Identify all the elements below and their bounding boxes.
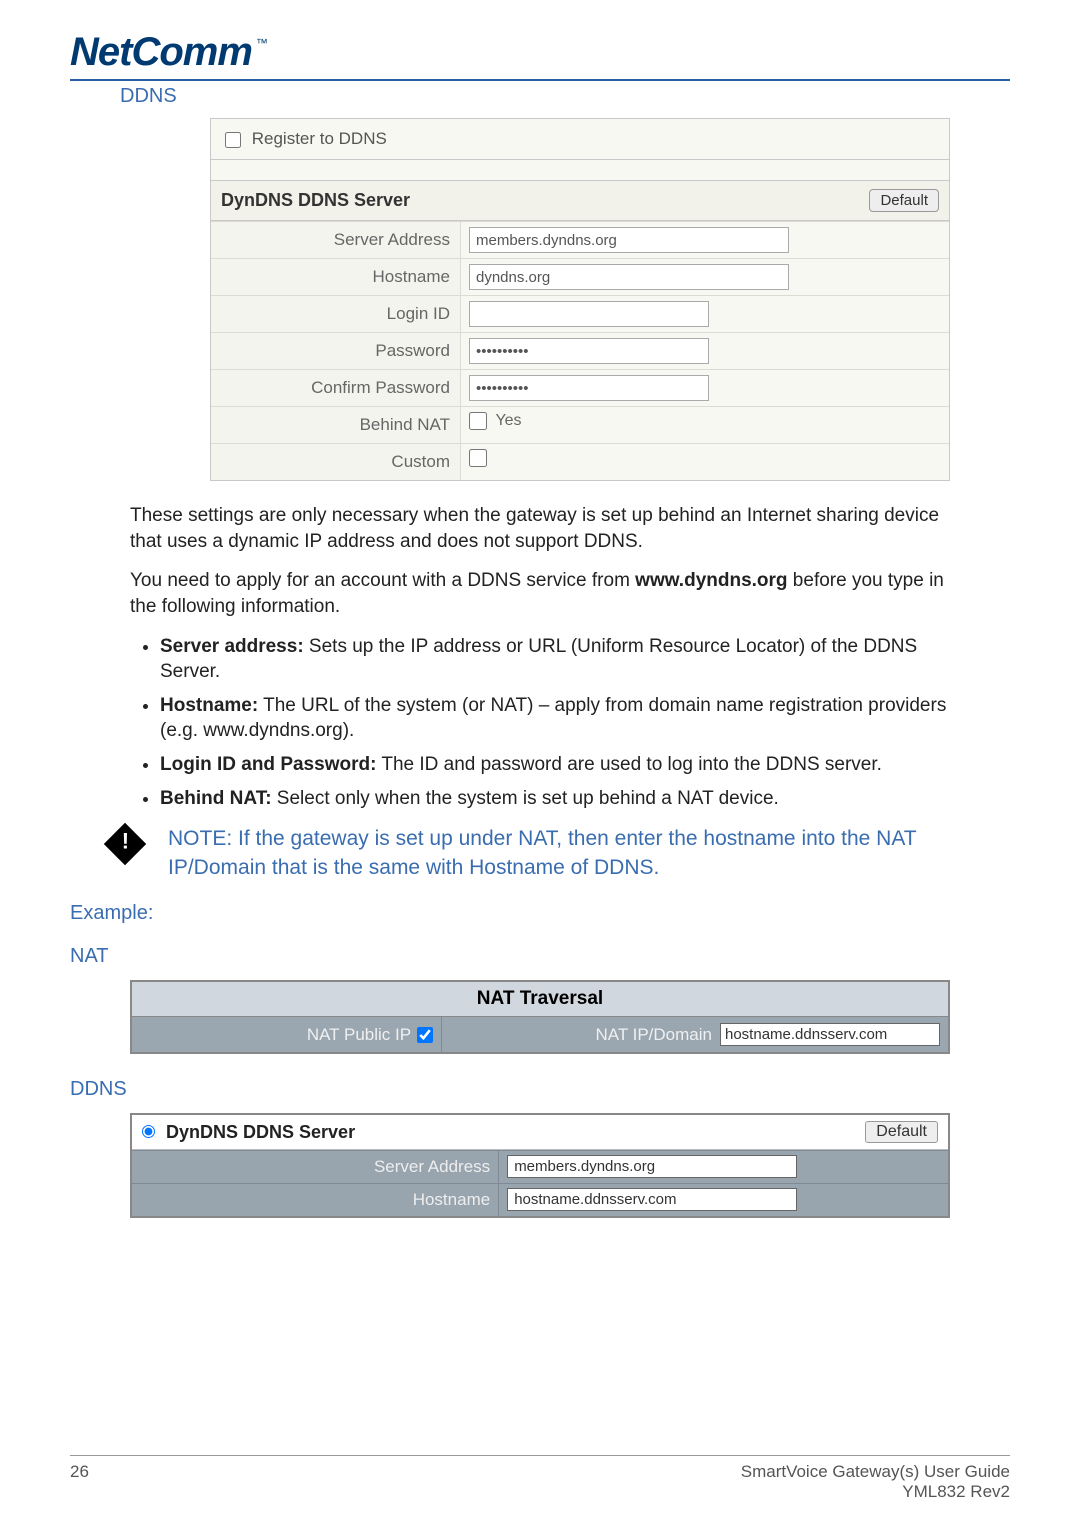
input-confirm-password[interactable]: [469, 375, 709, 401]
page-footer: 26 SmartVoice Gateway(s) User Guide YML8…: [70, 1455, 1010, 1502]
page-number: 26: [70, 1462, 89, 1502]
label-server-address: Server Address: [211, 222, 461, 258]
nat-ip-domain-cell: NAT IP/Domain: [442, 1017, 948, 1052]
bullet-list: Server address: Sets up the IP address o…: [160, 634, 950, 812]
register-ddns-label: Register to DDNS: [252, 129, 387, 148]
alert-icon: !: [104, 823, 146, 865]
input-password[interactable]: [469, 338, 709, 364]
header-rule: [70, 79, 1010, 81]
footer-right: SmartVoice Gateway(s) User Guide YML832 …: [741, 1462, 1010, 1502]
row-confirm-password: Confirm Password: [211, 369, 949, 406]
checkbox-behind-nat[interactable]: [469, 412, 487, 430]
section-heading-ddns: DDNS: [120, 85, 1010, 108]
label-hostname: Hostname: [211, 259, 461, 295]
input-hostname[interactable]: [469, 264, 789, 290]
row-hostname: Hostname: [211, 258, 949, 295]
ddns2-row-server-address: Server Address: [132, 1150, 948, 1183]
row-server-address: Server Address: [211, 221, 949, 258]
nat-ip-domain-label: NAT IP/Domain: [595, 1025, 712, 1045]
behind-nat-yes: Yes: [495, 412, 521, 429]
nat-public-ip-checkbox[interactable]: [417, 1027, 433, 1043]
row-login-id: Login ID: [211, 295, 949, 332]
default-button[interactable]: Default: [869, 189, 939, 212]
ddns2-input-hostname[interactable]: [507, 1188, 797, 1211]
ddns2-default-button[interactable]: Default: [865, 1121, 938, 1143]
brand-header: NetComm ™: [70, 30, 1010, 75]
nat-table-title: NAT Traversal: [132, 982, 948, 1017]
row-behind-nat: Behind NAT Yes: [211, 406, 949, 443]
brand-logo: NetComm: [70, 30, 252, 75]
row-custom: Custom: [211, 443, 949, 480]
ddns2-header: DynDNS DDNS Server Default: [132, 1115, 948, 1150]
input-server-address[interactable]: [469, 227, 789, 253]
label-password: Password: [211, 333, 461, 369]
nat-public-ip-cell: NAT Public IP: [132, 1017, 442, 1052]
input-login-id[interactable]: [469, 301, 709, 327]
ddns-server-title: DynDNS DDNS Server: [221, 190, 410, 211]
checkbox-custom[interactable]: [469, 449, 487, 467]
trademark-symbol: ™: [256, 36, 268, 50]
ddns-form-panel: Register to DDNS DynDNS DDNS Server Defa…: [210, 118, 950, 481]
nat-ip-domain-input[interactable]: [720, 1023, 940, 1046]
nat-traversal-table: NAT Traversal NAT Public IP NAT IP/Domai…: [130, 980, 950, 1054]
bullet-behind-nat: Behind NAT: Select only when the system …: [160, 786, 950, 812]
label-behind-nat: Behind NAT: [211, 407, 461, 443]
nat-public-ip-label: NAT Public IP: [307, 1025, 411, 1045]
register-ddns-row: Register to DDNS: [211, 119, 949, 160]
ddns2-radio[interactable]: [142, 1125, 155, 1138]
section-heading-ddns2: DDNS: [70, 1078, 1010, 1101]
section-heading-nat: NAT: [70, 945, 1010, 968]
note-block: ! NOTE: If the gateway is set up under N…: [110, 825, 950, 882]
paragraph-1: These settings are only necessary when t…: [130, 503, 950, 554]
bullet-hostname: Hostname: The URL of the system (or NAT)…: [160, 693, 950, 744]
register-ddns-checkbox[interactable]: [225, 132, 241, 148]
ddns2-row-hostname: Hostname: [132, 1183, 948, 1216]
row-password: Password: [211, 332, 949, 369]
footer-guide: SmartVoice Gateway(s) User Guide: [741, 1462, 1010, 1481]
form-spacer: [211, 160, 949, 180]
body-text-block: These settings are only necessary when t…: [130, 503, 950, 811]
bullet-login: Login ID and Password: The ID and passwo…: [160, 752, 950, 778]
ddns-server-panel-2: DynDNS DDNS Server Default Server Addres…: [130, 1113, 950, 1218]
label-login-id: Login ID: [211, 296, 461, 332]
label-confirm-password: Confirm Password: [211, 370, 461, 406]
label-custom: Custom: [211, 444, 461, 480]
footer-rev: YML832 Rev2: [902, 1482, 1010, 1501]
nat-table-row: NAT Public IP NAT IP/Domain: [132, 1017, 948, 1052]
ddns2-title: DynDNS DDNS Server: [166, 1122, 355, 1142]
ddns2-label-server-address: Server Address: [132, 1151, 499, 1183]
ddns-server-header: DynDNS DDNS Server Default: [211, 180, 949, 221]
note-text: NOTE: If the gateway is set up under NAT…: [168, 825, 950, 882]
ddns2-input-server-address[interactable]: [507, 1155, 797, 1178]
example-label: Example:: [70, 902, 1010, 925]
paragraph-2: You need to apply for an account with a …: [130, 568, 950, 619]
ddns2-label-hostname: Hostname: [132, 1184, 499, 1216]
bullet-server-address: Server address: Sets up the IP address o…: [160, 634, 950, 685]
